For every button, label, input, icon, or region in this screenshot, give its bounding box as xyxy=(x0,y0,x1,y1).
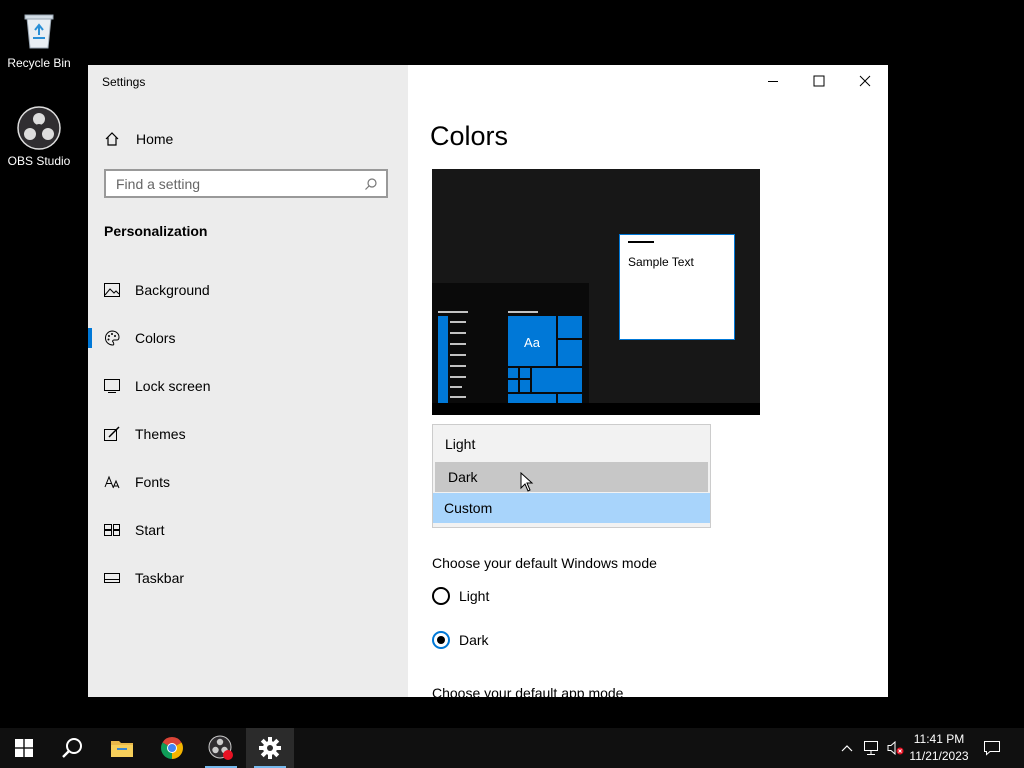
radio-circle xyxy=(432,587,450,605)
radio-circle-selected xyxy=(432,631,450,649)
section-title: Personalization xyxy=(104,223,208,239)
themes-brush-icon xyxy=(104,426,120,442)
preview-taskbar xyxy=(432,403,760,415)
settings-button[interactable] xyxy=(246,728,294,768)
sidebar-item-colors[interactable]: Colors xyxy=(88,320,408,356)
palette-icon xyxy=(104,330,120,346)
sidebar-item-label: Fonts xyxy=(135,474,171,490)
minimize-icon xyxy=(768,81,778,82)
start-tiles-icon xyxy=(104,522,120,538)
chevron-up-icon xyxy=(841,745,853,752)
clock-date: 11/21/2023 xyxy=(909,749,969,763)
maximize-icon xyxy=(813,75,825,87)
lock-screen-icon xyxy=(104,378,120,394)
notification-icon xyxy=(984,741,1000,756)
file-explorer-button[interactable] xyxy=(98,728,146,768)
show-hidden-icons-button[interactable] xyxy=(838,728,856,768)
radio-label: Light xyxy=(459,588,490,604)
sidebar-item-label: Taskbar xyxy=(135,570,185,586)
sidebar-item-label: Themes xyxy=(135,426,186,442)
desktop-icon-obs-studio[interactable]: OBS Studio xyxy=(1,106,77,168)
volume-muted-icon xyxy=(887,740,904,756)
desktop-icon-label: Recycle Bin xyxy=(7,56,71,70)
sidebar-item-taskbar[interactable]: Taskbar xyxy=(88,560,408,596)
preview-sample-window: Sample Text xyxy=(619,234,735,340)
obs-studio-button[interactable] xyxy=(197,728,245,768)
sidebar-item-lock-screen[interactable]: Lock screen xyxy=(88,368,408,404)
action-center-button[interactable] xyxy=(978,728,1006,768)
sidebar: Settings Home Find a setting Personaliza… xyxy=(88,65,408,697)
content-pane: Colors Sample Text Aa Light Dark Custom … xyxy=(408,65,888,697)
start-icon xyxy=(15,739,33,757)
desktop-icon-label: OBS Studio xyxy=(7,154,71,168)
fonts-icon xyxy=(104,474,120,490)
sidebar-item-label: Start xyxy=(135,522,165,538)
windows-mode-radio-light[interactable]: Light xyxy=(432,584,489,608)
search-icon xyxy=(364,177,378,196)
maximize-button[interactable] xyxy=(796,65,842,97)
clock-time: 11:41 PM xyxy=(913,732,965,746)
theme-preview: Sample Text Aa xyxy=(432,169,760,415)
minimize-button[interactable] xyxy=(750,65,796,97)
preview-tile-text: Aa xyxy=(524,335,540,350)
nav-home-label: Home xyxy=(136,131,174,147)
image-icon xyxy=(104,282,120,298)
preview-sample-text: Sample Text xyxy=(628,255,694,269)
nav-home[interactable]: Home xyxy=(104,127,173,151)
sidebar-item-label: Colors xyxy=(135,330,176,346)
windows-mode-radio-dark[interactable]: Dark xyxy=(432,628,489,652)
taskbar-icon xyxy=(104,570,120,586)
radio-label: Dark xyxy=(459,632,489,648)
window-title: Settings xyxy=(102,75,146,89)
chrome-button[interactable] xyxy=(148,728,196,768)
sidebar-item-themes[interactable]: Themes xyxy=(88,416,408,452)
dropdown-option-dark[interactable]: Dark xyxy=(435,462,708,492)
obs-studio-icon xyxy=(17,106,61,150)
obs-studio-icon xyxy=(208,735,233,760)
sidebar-item-label: Background xyxy=(135,282,210,298)
sidebar-item-start[interactable]: Start xyxy=(88,512,408,548)
recycle-bin-icon xyxy=(17,8,61,52)
file-explorer-icon xyxy=(111,741,133,757)
dropdown-option-custom[interactable]: Custom xyxy=(433,493,710,523)
desktop-icon-recycle-bin[interactable]: Recycle Bin xyxy=(1,8,77,70)
search-button[interactable] xyxy=(48,728,96,768)
app-mode-label: Choose your default app mode xyxy=(432,685,624,697)
taskbar-clock[interactable]: 11:41 PM 11/21/2023 xyxy=(905,731,973,765)
search-icon xyxy=(62,738,82,758)
home-icon xyxy=(104,131,124,147)
volume-button[interactable] xyxy=(884,728,906,768)
start-button[interactable] xyxy=(0,728,48,768)
chrome-icon xyxy=(161,737,183,759)
settings-gear-icon xyxy=(259,737,281,759)
search-placeholder: Find a setting xyxy=(116,176,201,192)
page-title: Colors xyxy=(430,121,509,151)
sidebar-item-background[interactable]: Background xyxy=(88,272,408,308)
search-input[interactable]: Find a setting xyxy=(104,169,388,198)
sidebar-item-label: Lock screen xyxy=(135,378,211,394)
dropdown-option-light[interactable]: Light xyxy=(435,429,708,459)
windows-mode-label: Choose your default Windows mode xyxy=(432,555,657,571)
taskbar: 11:41 PM 11/21/2023 xyxy=(0,728,1024,768)
mouse-cursor-icon xyxy=(520,471,534,497)
settings-window: Settings Home Find a setting Personaliza… xyxy=(88,65,888,697)
close-button[interactable] xyxy=(842,65,888,97)
preview-title-bar xyxy=(628,241,654,243)
close-icon xyxy=(859,75,871,87)
network-button[interactable] xyxy=(860,728,882,768)
color-mode-dropdown[interactable]: Light Dark Custom xyxy=(432,424,711,528)
network-icon xyxy=(864,741,878,755)
sidebar-item-fonts[interactable]: Fonts xyxy=(88,464,408,500)
preview-start-menu: Aa xyxy=(432,283,589,403)
